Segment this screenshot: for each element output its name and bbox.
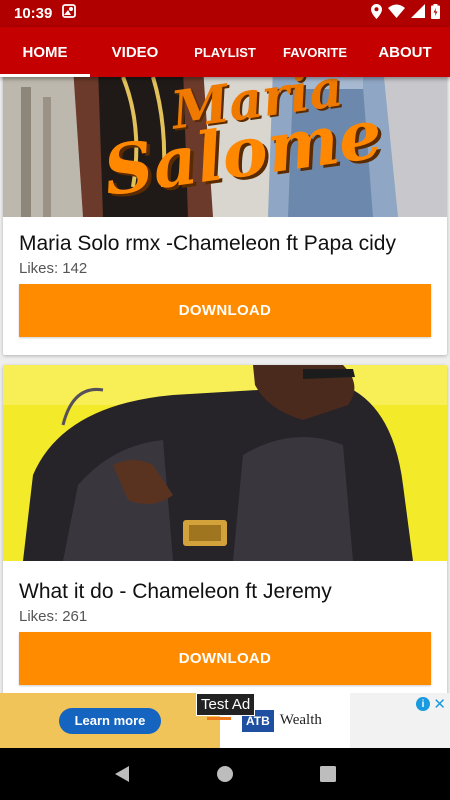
home-icon[interactable] xyxy=(210,759,240,789)
song-cover-image[interactable]: Maria Salome xyxy=(3,77,447,217)
location-icon xyxy=(371,3,382,24)
tab-video[interactable]: VIDEO xyxy=(90,27,180,77)
status-bar: 10:39 xyxy=(0,0,450,27)
likes-count: 261 xyxy=(62,608,88,625)
download-button[interactable]: DOWNLOAD xyxy=(19,632,431,685)
tab-home-label: HOME xyxy=(22,43,68,61)
likes-label: Likes: xyxy=(19,608,59,625)
song-likes: Likes: 142 xyxy=(19,260,431,277)
song-title: What it do - Chameleon ft Jeremy xyxy=(19,580,332,603)
ad-right-panel: i ✕ xyxy=(350,693,450,748)
info-icon[interactable]: i xyxy=(416,697,430,711)
song-cover-image[interactable] xyxy=(3,365,447,561)
likes-count: 142 xyxy=(62,260,88,277)
ad-brand-text: Wealth xyxy=(279,712,322,728)
tab-bar: HOME VIDEO PLAYLIST FAVORITE ABOUT xyxy=(0,27,450,77)
download-button[interactable]: DOWNLOAD xyxy=(19,284,431,337)
tab-video-label: VIDEO xyxy=(111,43,159,61)
song-card: Maria Salome Maria Solo rmx -Chameleon f… xyxy=(3,77,447,355)
tab-about[interactable]: ABOUT xyxy=(360,27,450,77)
tab-favorite[interactable]: FAVORITE xyxy=(270,27,360,77)
tab-home[interactable]: HOME xyxy=(0,27,90,77)
ad-accent-line xyxy=(207,717,231,720)
cell-signal-icon xyxy=(411,4,425,23)
cover-title-salome: Salome xyxy=(98,93,387,213)
wifi-icon xyxy=(388,4,405,23)
tab-playlist[interactable]: PLAYLIST xyxy=(180,27,270,77)
likes-label: Likes: xyxy=(19,260,59,277)
recents-icon[interactable] xyxy=(313,759,343,789)
navigation-bar xyxy=(0,748,450,800)
song-card: What it do - Chameleon ft Jeremy Likes: … xyxy=(3,365,447,693)
test-ad-label: Test Ad xyxy=(196,693,256,716)
song-list[interactable]: Maria Salome Maria Solo rmx -Chameleon f… xyxy=(0,77,450,693)
back-icon[interactable] xyxy=(107,759,137,789)
tab-playlist-label: PLAYLIST xyxy=(194,44,256,60)
song-title: Maria Solo rmx -Chameleon ft Papa cidy xyxy=(19,232,396,255)
ad-left-panel: Learn more xyxy=(0,693,220,748)
map-notification-icon xyxy=(62,4,77,23)
tab-favorite-label: FAVORITE xyxy=(282,44,348,60)
tab-about-label: ABOUT xyxy=(378,43,432,61)
status-time: 10:39 xyxy=(14,5,53,22)
song-likes: Likes: 261 xyxy=(19,608,431,625)
battery-icon xyxy=(431,3,440,24)
close-icon[interactable]: ✕ xyxy=(433,695,446,713)
ad-learn-more-button[interactable]: Learn more xyxy=(59,707,161,734)
